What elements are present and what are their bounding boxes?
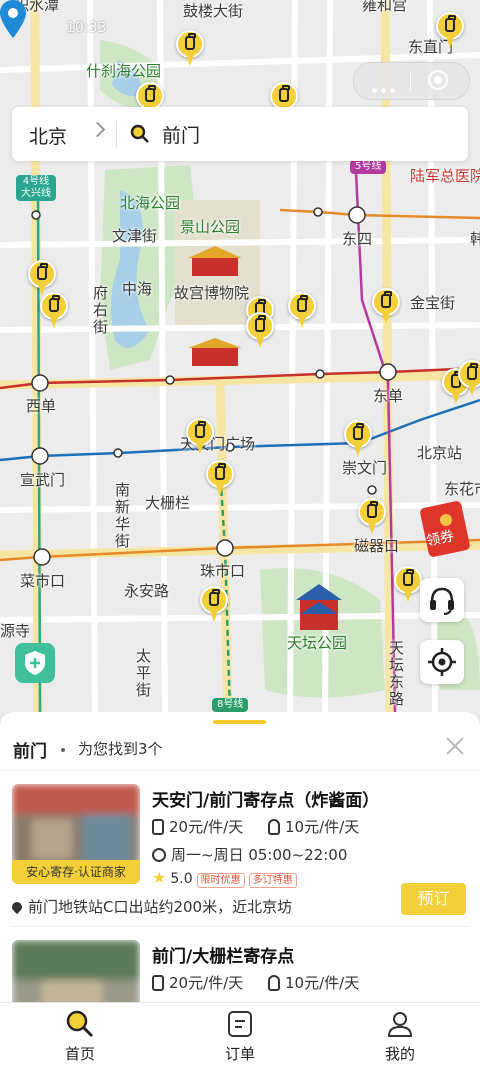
search-bar[interactable]: 北京 前门 xyxy=(12,107,468,161)
tab-label: 首页 xyxy=(64,1045,95,1063)
map-label: 崇文门 xyxy=(342,459,388,477)
results-query: 前门 xyxy=(13,742,47,762)
map-label: 大栅栏 xyxy=(145,494,191,512)
chevron-right-icon xyxy=(89,121,106,138)
suitcase-icon xyxy=(152,819,164,835)
result-card[interactable]: 安心寄存·认证商家 天安门/前门寄存点（炸酱面） 20元/件/天 10元/件/天… xyxy=(0,772,480,922)
search-input[interactable]: 前门 xyxy=(162,121,200,148)
map-label: 菜市口 xyxy=(20,572,66,590)
storage-pin[interactable] xyxy=(458,360,480,400)
verified-tag: 安心寄存·认证商家 xyxy=(12,860,140,884)
map-label: 天坛公园 xyxy=(287,634,348,652)
close-icon[interactable] xyxy=(444,735,466,757)
promo-badge: 多订特惠 xyxy=(248,873,297,888)
shop-photo: 安心寄存·认证商家 xyxy=(12,784,140,884)
results-count: 为您找到3个 xyxy=(78,740,163,758)
line-badge: 4号线 大兴线 xyxy=(16,175,56,201)
map-label: 天坛东路 xyxy=(387,640,405,708)
promo-badge: 限时优惠 xyxy=(196,873,245,888)
tab-bar: 首页 订单 我的 xyxy=(0,1002,480,1067)
backpack-icon xyxy=(268,975,280,991)
map-label: 宣武门 xyxy=(20,471,66,489)
map-label: 中海 xyxy=(122,280,153,298)
map-label: 金宝街 xyxy=(410,294,456,312)
shop-address: 前门地铁站C口出站约200米，近北京坊 xyxy=(9,896,292,917)
locate-me-button[interactable] xyxy=(420,640,464,684)
tab-home[interactable]: 首页 xyxy=(0,1003,160,1067)
storage-pin[interactable] xyxy=(288,292,316,332)
line-badge: 8号线 xyxy=(212,698,249,712)
map-label: 故宫博物院 xyxy=(174,284,250,302)
map-label: 北海公园 xyxy=(120,194,181,212)
star-icon: ★ xyxy=(152,868,167,887)
shop-photo xyxy=(12,940,140,1002)
clock-icon xyxy=(152,848,166,862)
storage-pin[interactable] xyxy=(200,586,228,626)
price-small: 10元/件/天 xyxy=(268,972,359,993)
shop-name: 天安门/前门寄存点（炸酱面） xyxy=(152,791,380,811)
headset-icon xyxy=(430,587,454,615)
map-label: 东花市 xyxy=(444,480,480,498)
storage-pin[interactable] xyxy=(40,292,68,332)
map-label: 源寺 xyxy=(0,622,31,640)
price-large: 20元/件/天 xyxy=(152,816,243,837)
map-label: 永安路 xyxy=(124,582,170,600)
crosshair-icon xyxy=(428,648,456,676)
map-label: 什刹海公园 xyxy=(86,62,162,80)
close-miniprogram-icon[interactable] xyxy=(428,70,448,90)
search-icon xyxy=(130,124,149,143)
tab-profile[interactable]: 我的 xyxy=(320,1003,480,1067)
map-label: 北京站 xyxy=(417,444,463,462)
map-label: 西单 xyxy=(26,397,57,415)
map-label: 景山公园 xyxy=(180,218,241,236)
map-label: 陆军总医院 xyxy=(410,167,480,185)
storage-pin[interactable] xyxy=(344,420,372,460)
map-label: 东四 xyxy=(342,230,373,248)
coupon-button[interactable]: 领券 xyxy=(420,500,476,558)
search-icon xyxy=(66,1010,94,1038)
location-icon xyxy=(9,899,25,915)
price-small: 10元/件/天 xyxy=(268,816,359,837)
shop-name: 前门/大栅栏寄存点 xyxy=(152,947,295,967)
map-label: 珠市口 xyxy=(200,562,246,580)
user-icon xyxy=(387,1012,413,1037)
tab-label: 订单 xyxy=(224,1045,255,1063)
results-header: 前门 为您找到3个 xyxy=(0,732,480,771)
more-icon[interactable] xyxy=(372,78,399,97)
map-label: 东单 xyxy=(373,387,404,405)
order-icon xyxy=(228,1011,252,1037)
status-bar: 10:33 xyxy=(0,0,480,50)
book-button[interactable]: 预订 xyxy=(401,883,466,915)
backpack-icon xyxy=(268,819,280,835)
map-label: 南新华街 xyxy=(113,482,131,550)
storage-pin[interactable] xyxy=(186,418,214,458)
storage-pin[interactable] xyxy=(246,312,274,352)
city-selector[interactable]: 北京 xyxy=(29,122,67,149)
insurance-button[interactable] xyxy=(15,643,55,683)
line-badge: 5号线 xyxy=(350,160,387,174)
suitcase-icon xyxy=(152,975,164,991)
rating: ★ 5.0 限时优惠 多订特惠 xyxy=(152,868,297,888)
opening-hours: 周一~周日 05:00~22:00 xyxy=(152,844,347,865)
tab-orders[interactable]: 订单 xyxy=(160,1003,320,1067)
miniprogram-capsule[interactable] xyxy=(353,62,470,100)
results-sheet: 前门 为您找到3个 安心寄存·认证商家 天安门/前门寄存点（炸酱面） 20元/件… xyxy=(0,712,480,1002)
storage-pin[interactable] xyxy=(206,460,234,500)
storage-pin[interactable] xyxy=(358,498,386,538)
map-label: 磁器口 xyxy=(354,537,400,555)
storage-pin[interactable] xyxy=(372,288,400,328)
map-label: 府右街 xyxy=(91,285,109,336)
tab-label: 我的 xyxy=(384,1045,415,1063)
map-label: 韩 xyxy=(470,230,480,248)
customer-service-button[interactable] xyxy=(420,578,464,622)
price-large: 20元/件/天 xyxy=(152,972,243,993)
sheet-handle[interactable] xyxy=(213,720,266,724)
map-label: 太平街 xyxy=(134,648,152,699)
result-card[interactable]: 前门/大栅栏寄存点 20元/件/天 10元/件/天 xyxy=(0,928,480,1002)
map-label: 文津街 xyxy=(112,227,158,245)
shield-plus-icon xyxy=(25,651,45,675)
status-time: 10:33 xyxy=(66,20,107,36)
storage-pin[interactable] xyxy=(394,566,422,606)
